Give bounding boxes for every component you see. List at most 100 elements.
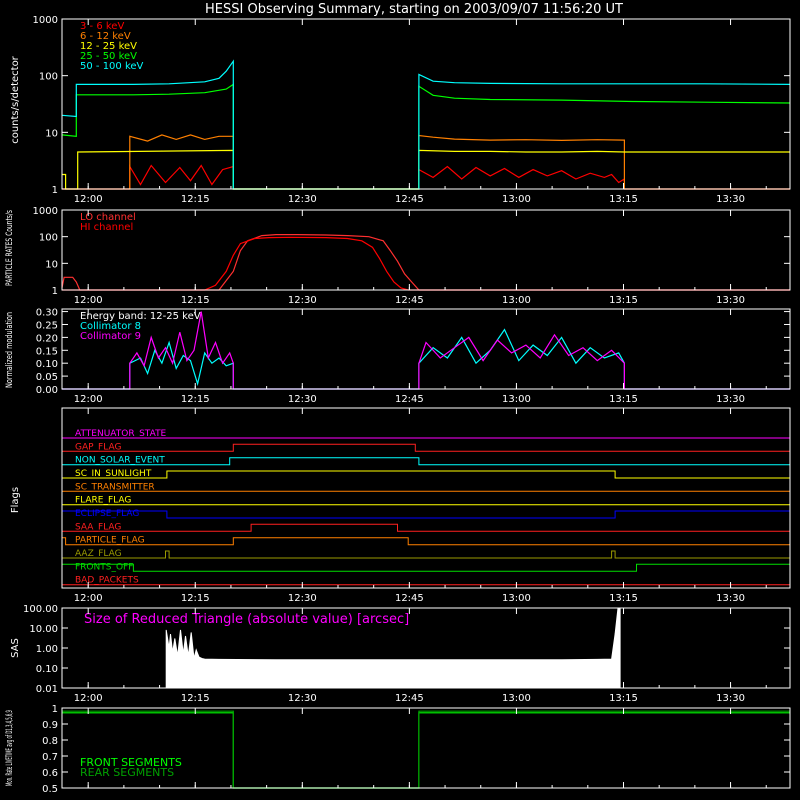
x-tick-label: 13:30 (716, 394, 745, 405)
y-tick-label: 1 (52, 286, 58, 297)
series-countrates-4 (61, 59, 791, 190)
y-tick-label: 0.9 (42, 720, 58, 731)
flag-label-fronts-off: FRONTS_OFF (75, 562, 133, 572)
y-tick-label: 0.15 (36, 346, 58, 357)
panel-sas: 0.01 0.10 1.00 10.00 100.00 Size of Reduced T… (10, 604, 791, 704)
flag-label-aaz-flag: AAZ_FLAG (75, 549, 122, 559)
y-tick-label: 0.7 (42, 752, 58, 763)
flag-label-sc-transmitter: SC_TRANSMITTER (75, 482, 155, 492)
x-tick-label: 12:15 (181, 295, 210, 306)
flag-line-non-solar-event (62, 457, 790, 466)
x-tick-label: 12:15 (181, 693, 210, 704)
panel-flags: ATTENUATOR_STATE GAP_FLAG NON_SOLAR_EVENT S… (10, 407, 791, 604)
x-tick-label: 13:00 (502, 394, 531, 405)
flag-line-particle-flag (62, 537, 790, 546)
y-tick-label: 10 (45, 259, 58, 270)
x-tick-label: 12:45 (395, 693, 424, 704)
panel-annotation: Size of Reduced Triangle (absolute value… (84, 612, 409, 627)
x-tick-label: 12:45 (395, 295, 424, 306)
legend-entry: REAR SEGMENTS (80, 766, 174, 779)
y-tick-label: 0.8 (42, 736, 58, 747)
legend-entry: 50 - 100 keV (80, 61, 144, 72)
series-countrates-2 (62, 149, 790, 190)
y-tick-label: 0.01 (36, 684, 58, 695)
x-tick-label: 13:00 (502, 593, 531, 604)
flag-line-saa-flag (62, 523, 790, 532)
x-tick-label: 13:30 (716, 693, 745, 704)
x-tick-label: 13:15 (609, 194, 638, 205)
flag-line-fronts-off (62, 563, 790, 572)
x-tick-label: 12:30 (288, 394, 317, 405)
y-tick-label: 1000 (33, 206, 58, 217)
flag-label-gap-flag: GAP_FLAG (75, 442, 121, 452)
flag-line-aaz-flag (62, 550, 790, 559)
x-tick-label: 12:45 (395, 194, 424, 205)
y-tick-label: 0.10 (36, 664, 58, 675)
x-tick-label: 13:30 (716, 194, 745, 205)
y-tick-label: 0.6 (42, 768, 58, 779)
flag-label-flare-flag: FLARE_FLAG (75, 496, 131, 506)
x-tick-label: 12:30 (288, 194, 317, 205)
x-tick-label: 12:15 (181, 394, 210, 405)
y-tick-label: 0.30 (36, 308, 58, 319)
x-tick-label: 13:00 (502, 295, 531, 306)
x-tick-label: 13:00 (502, 194, 531, 205)
x-tick-label: 12:00 (74, 194, 103, 205)
panel-modulation: 0.000.050.100.150.200.250.30 Energy band:… (5, 308, 791, 405)
panel-frame (61, 18, 791, 190)
y-tick-label: 0.25 (36, 320, 58, 331)
series-countrates-0 (62, 164, 790, 190)
x-tick-label: 12:00 (74, 693, 103, 704)
y-axis-label: Mon. Rate LIVETIME avg of D1,3,4,5,6,9 (5, 710, 15, 786)
y-axis-label: SAS (10, 638, 21, 658)
panel-livetime: 0.50.60.70.80.91FRONT SEGMENTSREAR SEGME… (5, 704, 791, 795)
series-particles-1 (62, 236, 790, 291)
flag-label-particle-flag: PARTICLE_FLAG (75, 536, 145, 546)
y-tick-label: 100 (39, 72, 58, 83)
panel-countrates: 11010010003 - 6 keV6 - 12 keV12 - 25 keV… (10, 15, 791, 205)
legend-entry: Collimator 9 (80, 331, 141, 342)
x-tick-label: 12:15 (181, 194, 210, 205)
y-tick-label: 0.20 (36, 333, 58, 344)
y-tick-label: 100.00 (23, 604, 58, 615)
y-axis-label: Flags (10, 487, 21, 513)
x-tick-label: 12:30 (288, 693, 317, 704)
x-tick-label: 12:00 (74, 593, 103, 604)
x-tick-label: 13:30 (716, 593, 745, 604)
x-tick-label: 13:15 (609, 295, 638, 306)
flag-line-sc-in-sunlight (62, 470, 790, 479)
x-tick-label: 13:30 (716, 295, 745, 306)
flag-label-saa-flag: SAA_FLAG (75, 522, 121, 532)
y-tick-label: 1 (52, 185, 58, 196)
x-tick-label: 12:30 (288, 295, 317, 306)
y-axis-label: PARTICLE RATES Counts/s (5, 210, 15, 286)
x-tick-label: 12:45 (395, 394, 424, 405)
series-countrates-1 (62, 134, 790, 190)
panel-particles: 1101001000LO channelHI channel12:00 12:15… (5, 206, 791, 306)
y-tick-label: 0.5 (42, 784, 58, 795)
observing-summary-figure: HESSI Observing Summary, starting on 200… (5, 2, 791, 795)
x-tick-label: 12:30 (288, 593, 317, 604)
flag-label-non-solar-event: NON_SOLAR_EVENT (75, 456, 165, 466)
legend-entry: HI channel (80, 222, 133, 233)
y-tick-label: 10 (45, 128, 58, 139)
x-tick-label: 12:00 (74, 295, 103, 306)
x-tick-label: 13:00 (502, 693, 531, 704)
figure-title: HESSI Observing Summary, starting on 200… (205, 2, 623, 17)
y-tick-label: 0.05 (36, 372, 58, 383)
flag-line-gap-flag (62, 443, 790, 452)
y-axis-label: Normalized modulation (5, 312, 15, 388)
flag-line-eclipse-flag (62, 510, 790, 519)
series-particles-0 (61, 234, 790, 291)
panel-frame (61, 209, 791, 291)
y-tick-label: 1.00 (36, 644, 58, 655)
flag-label-eclipse-flag: ECLIPSE_FLAG (75, 509, 139, 519)
x-tick-label: 13:15 (609, 593, 638, 604)
x-tick-label: 12:15 (181, 593, 210, 604)
x-tick-label: 13:15 (609, 693, 638, 704)
x-tick-label: 12:00 (74, 394, 103, 405)
flag-label-sc-in-sunlight: SC_IN_SUNLIGHT (75, 469, 152, 479)
y-tick-label: 1000 (33, 15, 58, 26)
y-tick-label: 0.00 (36, 385, 58, 396)
x-tick-label: 13:15 (609, 394, 638, 405)
